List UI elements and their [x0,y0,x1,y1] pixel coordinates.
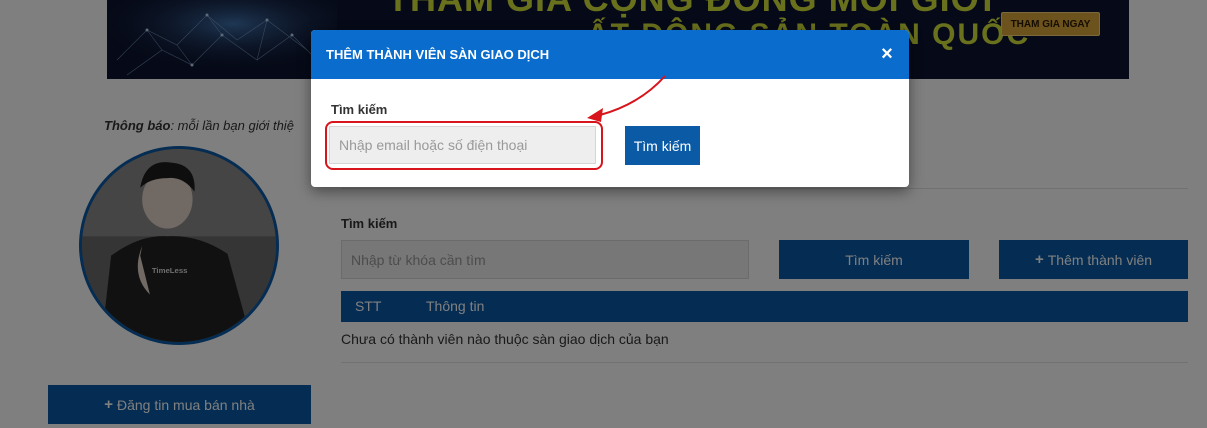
add-member-modal: THÊM THÀNH VIÊN SÀN GIAO DỊCH × Tìm kiếm… [311,30,909,187]
modal-search-button[interactable]: Tìm kiếm [625,126,700,165]
email-phone-input[interactable] [329,126,596,164]
modal-title: THÊM THÀNH VIÊN SÀN GIAO DỊCH [326,47,550,62]
modal-search-label: Tìm kiếm [331,102,388,117]
close-icon[interactable]: × [877,43,897,65]
modal-header: THÊM THÀNH VIÊN SÀN GIAO DỊCH × [311,30,909,79]
